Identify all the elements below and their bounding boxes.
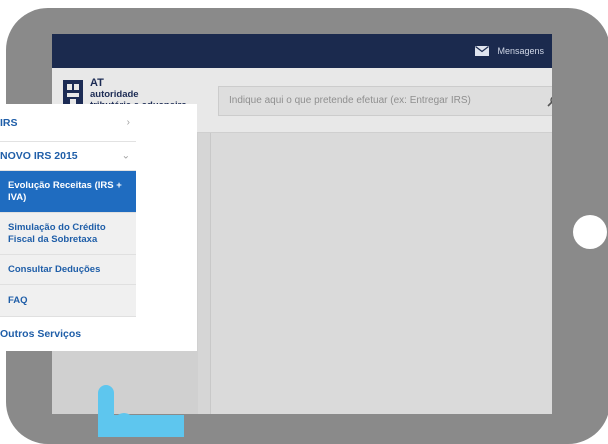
sidebar-subitem-consultar-deducoes[interactable]: Consultar Deduções [0,255,136,285]
messages-link[interactable]: Mensagens [475,46,544,56]
mail-icon [475,46,490,56]
pointing-hand-icon [98,385,184,437]
logo-line-2: autoridade [90,89,139,100]
messages-label: Mensagens [497,46,544,56]
sidebar-item-irs[interactable]: IRS › [0,104,136,142]
sidebar-subitem-simulacao-credito-fiscal[interactable]: Simulação do Crédito Fiscal da Sobretaxa [0,213,136,255]
sidebar-subitem-label: Evolução Receitas (IRS + IVA) [8,179,122,203]
search-input[interactable]: Indique aqui o que pretende efetuar (ex:… [218,86,552,116]
sidebar-subitem-label: Consultar Deduções [8,263,101,275]
sidebar-item-outros-servicos[interactable]: Outros Serviços [0,317,136,351]
sidebar-item-label: Outros Serviços [0,328,82,340]
main-content-area [210,133,552,414]
search-placeholder: Indique aqui o que pretende efetuar (ex:… [229,95,471,106]
top-bar: Mensagens [52,34,552,68]
chevron-right-icon: › [126,116,130,128]
sidebar-menu: IRS › NOVO IRS 2015 ⌄ Evolução Receitas … [0,104,197,351]
chevron-down-icon: ⌄ [121,150,130,162]
sidebar-item-label: IRS [0,117,18,129]
sidebar-subitem-label: FAQ [8,294,28,306]
sidebar-subitem-evolucao-receitas[interactable]: Evolução Receitas (IRS + IVA) [0,171,136,213]
sidebar-item-label: NOVO IRS 2015 [0,150,78,162]
logo-line-1: AT [90,77,104,89]
sidebar-item-novo-irs-2015[interactable]: NOVO IRS 2015 ⌄ [0,142,136,171]
tablet-home-button [573,215,607,249]
sidebar-subitem-faq[interactable]: FAQ [0,285,136,317]
search-icon[interactable] [547,95,552,107]
sidebar-subitem-label: Simulação do Crédito Fiscal da Sobretaxa [8,221,106,245]
